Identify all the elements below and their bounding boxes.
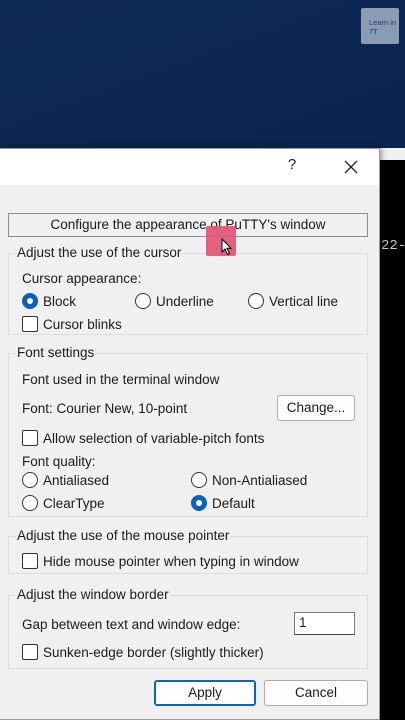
font-used-label: Font used in the terminal window: [22, 372, 220, 387]
radio-underline-label[interactable]: Underline: [156, 294, 214, 309]
radio-block-label[interactable]: Block: [43, 294, 76, 309]
font-quality-label: Font quality:: [22, 454, 96, 469]
help-button[interactable]: ?: [279, 156, 305, 178]
radio-vertical-line-label[interactable]: Vertical line: [269, 294, 338, 309]
cursor-group: Adjust the use of the cursor Cursor appe…: [8, 245, 368, 335]
terminal-text: 22-: [381, 238, 405, 254]
cursor-blinks-label[interactable]: Cursor blinks: [43, 317, 122, 332]
cancel-button[interactable]: Cancel: [264, 680, 368, 706]
radio-cleartype-label[interactable]: ClearType: [43, 496, 105, 511]
cursor-group-title: Adjust the use of the cursor: [16, 245, 183, 260]
font-group: Font settings Font used in the terminal …: [8, 345, 368, 517]
radio-block[interactable]: [22, 293, 38, 309]
radio-underline[interactable]: [135, 293, 151, 309]
variable-pitch-checkbox[interactable]: [22, 430, 38, 446]
sunken-edge-checkbox[interactable]: [22, 644, 38, 660]
radio-antialiased-label[interactable]: Antialiased: [43, 473, 109, 488]
radio-non-antialiased[interactable]: [191, 472, 207, 488]
cursor-appearance-label: Cursor appearance:: [22, 271, 142, 286]
radio-default[interactable]: [191, 495, 207, 511]
change-font-button[interactable]: Change...: [277, 395, 355, 421]
close-icon: [344, 160, 358, 174]
gap-label: Gap between text and window edge:: [22, 617, 241, 632]
variable-pitch-label[interactable]: Allow selection of variable-pitch fonts: [43, 431, 264, 446]
section-banner: Configure the appearance of PuTTY's wind…: [8, 213, 368, 237]
cursor-blinks-checkbox[interactable]: [22, 316, 38, 332]
desktop-badge: Learn in 7T: [361, 8, 399, 44]
mouse-pointer-group-title: Adjust the use of the mouse pointer: [16, 528, 231, 543]
radio-default-label[interactable]: Default: [212, 496, 255, 511]
window-border-group-title: Adjust the window border: [16, 587, 170, 602]
current-font-text: Font: Courier New, 10-point: [22, 401, 188, 416]
close-button[interactable]: [335, 154, 367, 180]
apply-button[interactable]: Apply: [154, 680, 256, 706]
radio-non-antialiased-label[interactable]: Non-Antialiased: [212, 473, 307, 488]
window-border-group: Adjust the window border Gap between tex…: [8, 587, 368, 669]
radio-cleartype[interactable]: [22, 495, 38, 511]
mouse-pointer-group: Adjust the use of the mouse pointer Hide…: [8, 528, 368, 574]
radio-antialiased[interactable]: [22, 472, 38, 488]
radio-vertical-line[interactable]: [248, 293, 264, 309]
dialog-titlebar: ?: [0, 149, 379, 185]
hide-pointer-checkbox[interactable]: [22, 553, 38, 569]
hide-pointer-label[interactable]: Hide mouse pointer when typing in window: [43, 554, 299, 569]
font-group-title: Font settings: [16, 345, 96, 360]
mouse-cursor-icon: [221, 238, 233, 256]
sunken-edge-label[interactable]: Sunken-edge border (slightly thicker): [43, 645, 264, 660]
putty-configuration-dialog: ? Configure the appearance of PuTTY's wi…: [0, 148, 380, 720]
gap-input[interactable]: 1: [294, 612, 355, 635]
